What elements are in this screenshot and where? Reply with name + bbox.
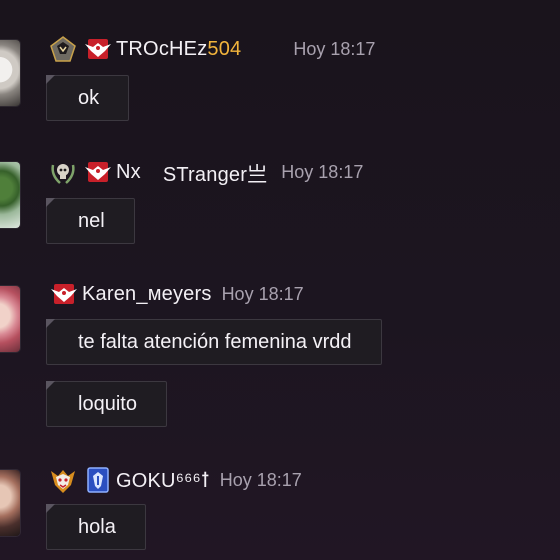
message-text: loquito (78, 392, 137, 415)
message-text: ok (78, 86, 100, 109)
message-text: nel (78, 209, 105, 232)
demon-mask-emblem-icon (48, 465, 78, 495)
blue-shield-badge-icon (84, 466, 112, 494)
user-avatar[interactable] (0, 286, 20, 352)
message-bubble[interactable]: te falta atención femenina vrdd (46, 319, 382, 365)
timestamp: Hoy 18:17 (219, 469, 302, 490)
message-header: Karen_ᴍeyers Hoy 18:17 (48, 279, 304, 309)
chat-feed: TROcHEz 504 Hoy 18:17 ok Nx STranger亗 Ho… (0, 0, 560, 560)
message-bubble[interactable]: loquito (46, 381, 167, 427)
username[interactable]: Nx (116, 161, 141, 184)
timestamp: Hoy 18:17 (293, 38, 376, 59)
timestamp: Hoy 18:17 (221, 283, 304, 304)
red-eagle-badge-icon (84, 35, 112, 63)
user-avatar[interactable] (0, 40, 20, 106)
user-avatar[interactable] (0, 162, 20, 228)
message-header: GOKU⁶⁶⁶ꝉ Hoy 18:17 (48, 465, 302, 495)
message-text: hola (78, 515, 116, 538)
message-header: Nx STranger亗 Hoy 18:17 (48, 157, 363, 187)
rank-emblem-icon (48, 34, 78, 64)
red-eagle-badge-icon (84, 158, 112, 186)
username[interactable]: GOKU⁶⁶⁶ꝉ (116, 468, 210, 493)
user-avatar[interactable] (0, 470, 20, 536)
message-bubble[interactable]: hola (46, 504, 146, 550)
message-bubble[interactable]: ok (46, 75, 130, 121)
username[interactable]: TROcHEz (116, 38, 207, 61)
message-bubble[interactable]: nel (46, 198, 135, 244)
username-suffix[interactable]: 504 (207, 38, 241, 61)
skull-laurel-emblem-icon (48, 157, 78, 187)
username[interactable]: Karen_ᴍeyers (82, 283, 212, 306)
timestamp: Hoy 18:17 (281, 161, 364, 182)
message-text: te falta atención femenina vrdd (78, 330, 352, 353)
red-eagle-badge-icon (50, 280, 78, 308)
username-suffix[interactable]: STranger亗 (163, 158, 267, 187)
message-header: TROcHEz 504 Hoy 18:17 (48, 34, 375, 64)
